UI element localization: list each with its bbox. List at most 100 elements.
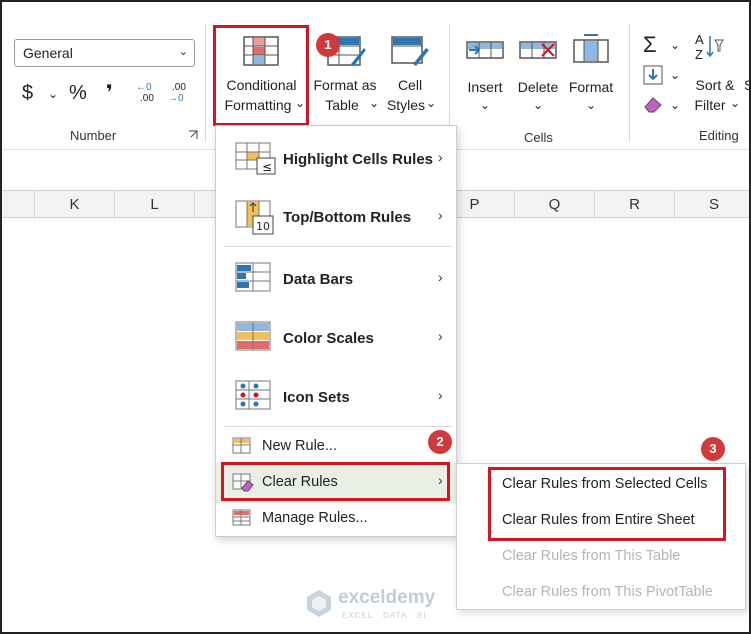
column-header-partial[interactable] — [194, 191, 214, 219]
separator — [205, 24, 206, 142]
chevron-right-icon: › — [438, 269, 443, 285]
exceldemy-logo-icon — [307, 590, 331, 617]
manage-rules-icon — [232, 509, 251, 526]
chevron-right-icon: › — [438, 207, 443, 223]
decimal-text: .00 — [140, 93, 154, 104]
format-button[interactable]: Format ⌄ — [565, 26, 617, 126]
cell-styles-label-1: Cell — [397, 77, 423, 93]
menu-item-highlight-cells-rules[interactable]: ≤ Highlight Cells Rules › — [216, 138, 456, 182]
menu-item-label: Data Bars — [283, 271, 354, 288]
insert-icon — [466, 41, 504, 59]
data-bars-icon — [235, 262, 271, 292]
cell-styles-icon — [391, 36, 429, 66]
arrow-left-icon: ←0 — [136, 82, 152, 93]
excel-window: General ⌄ $ ⌄ % ❜ ←0 .00 →0 .00 Number C… — [0, 0, 751, 634]
menu-item-data-bars[interactable]: Data Bars › — [216, 258, 456, 302]
chevron-down-icon: ⌄ — [533, 98, 544, 112]
comma-style-button[interactable]: ❜ — [106, 80, 113, 105]
top-bottom-icon: 10 — [235, 200, 274, 235]
sort-filter-label-1: Sort & — [695, 77, 735, 93]
editing-group-label: Editing — [699, 128, 739, 143]
insert-button[interactable]: Insert ⌄ — [460, 26, 510, 126]
watermark-name: exceldemy — [338, 587, 436, 608]
arrow-right-icon: →0 — [168, 93, 184, 104]
color-scales-icon — [235, 321, 271, 351]
menu-item-top-bottom-rules[interactable]: 10 Top/Bottom Rules › — [216, 196, 456, 240]
menu-item-label: Highlight Cells Rules — [283, 151, 434, 168]
icon-sets-icon — [235, 380, 271, 410]
menu-item-label: Color Scales — [283, 330, 374, 347]
submenu-item-this-table: Clear Rules from This Table — [502, 548, 681, 564]
submenu-item-this-pivottable: Clear Rules from This PivotTable — [502, 584, 713, 600]
decrease-decimal-button[interactable]: →0 .00 — [168, 82, 194, 108]
format-as-table-label-1: Format as — [313, 77, 377, 93]
chevron-right-icon: › — [438, 328, 443, 344]
chevron-down-icon: ⌄ — [426, 96, 437, 110]
step-badge-2: 2 — [428, 430, 452, 454]
column-header-q[interactable]: Q — [514, 191, 594, 219]
menu-divider — [224, 246, 452, 247]
cell-styles-label-2: Styles — [386, 97, 426, 113]
menu-item-manage-rules[interactable]: Manage Rules... — [216, 504, 456, 534]
menu-item-label: Top/Bottom Rules — [283, 209, 412, 226]
highlight-frame-submenu-options — [488, 467, 726, 541]
column-header-s[interactable]: S — [674, 191, 749, 219]
new-rule-icon — [232, 437, 251, 454]
truncated-button-label[interactable]: S — [744, 75, 749, 95]
decimal-text: .00 — [172, 82, 186, 93]
separator — [629, 24, 630, 142]
highlight-cells-icon: ≤ — [235, 142, 276, 175]
currency-button[interactable]: $ — [22, 82, 33, 105]
sort-filter-label-2: Filter — [694, 97, 726, 113]
chevron-down-icon: ⌄ — [178, 46, 188, 58]
sort-filter-button[interactable]: A Z Sort & Filter ⌄ — [690, 32, 740, 122]
step-badge-1: 1 — [316, 33, 340, 57]
highlight-frame-clear-rules — [221, 462, 450, 501]
menu-item-label: New Rule... — [262, 438, 337, 454]
column-header-k[interactable]: K — [34, 191, 114, 219]
format-as-table-label-2: Table — [325, 97, 359, 113]
dialog-launcher-icon[interactable] — [188, 130, 198, 140]
increase-decimal-button[interactable]: ←0 .00 — [136, 82, 162, 108]
column-header-r[interactable]: R — [594, 191, 674, 219]
cells-group-label: Cells — [524, 130, 553, 145]
format-label: Format — [568, 79, 614, 95]
watermark-tagline: EXCEL · DATA · BI — [342, 611, 427, 620]
number-group-label: Number — [70, 128, 117, 143]
format-icon — [573, 34, 609, 63]
number-format-dropdown[interactable]: General ⌄ — [14, 39, 195, 67]
menu-item-label: Manage Rules... — [262, 510, 368, 526]
delete-label: Delete — [517, 79, 559, 95]
chevron-down-icon: ⌄ — [369, 96, 380, 110]
eraser-icon[interactable] — [643, 95, 663, 113]
percent-button[interactable]: % — [69, 82, 87, 105]
chevron-down-icon: ⌄ — [730, 96, 741, 110]
delete-button[interactable]: Delete ⌄ — [513, 26, 563, 126]
fill-icon[interactable] — [643, 65, 663, 85]
chevron-down-icon[interactable]: ⌄ — [670, 38, 680, 52]
step-badge-3: 3 — [701, 437, 725, 461]
chevron-right-icon: › — [438, 149, 443, 165]
less-equal-glyph: ≤ — [262, 160, 272, 174]
chevron-right-icon: › — [438, 387, 443, 403]
chevron-down-icon[interactable]: ⌄ — [670, 68, 680, 82]
chevron-down-icon: ⌄ — [586, 98, 597, 112]
cell-styles-button[interactable]: Cell Styles ⌄ — [381, 26, 439, 126]
sort-az-icon: A — [695, 32, 704, 47]
chevron-down-icon: ⌄ — [480, 98, 491, 112]
menu-item-label: Icon Sets — [283, 389, 350, 406]
menu-item-color-scales[interactable]: Color Scales › — [216, 317, 456, 361]
menu-item-icon-sets[interactable]: Icon Sets › — [216, 376, 456, 420]
insert-label: Insert — [467, 79, 503, 95]
sort-az-icon: Z — [695, 47, 703, 62]
ten-glyph: 10 — [256, 220, 270, 233]
column-header-l[interactable]: L — [114, 191, 194, 219]
exceldemy-watermark: exceldemy EXCEL · DATA · BI — [304, 585, 464, 625]
chevron-down-icon[interactable]: ⌄ — [48, 87, 58, 101]
chevron-down-icon[interactable]: ⌄ — [670, 98, 680, 112]
highlight-frame-conditional-formatting — [213, 25, 309, 126]
menu-item-new-rule[interactable]: New Rule... — [216, 431, 456, 461]
autosum-button[interactable]: Σ — [643, 32, 657, 58]
menu-divider — [224, 426, 452, 427]
funnel-icon — [706, 36, 724, 58]
